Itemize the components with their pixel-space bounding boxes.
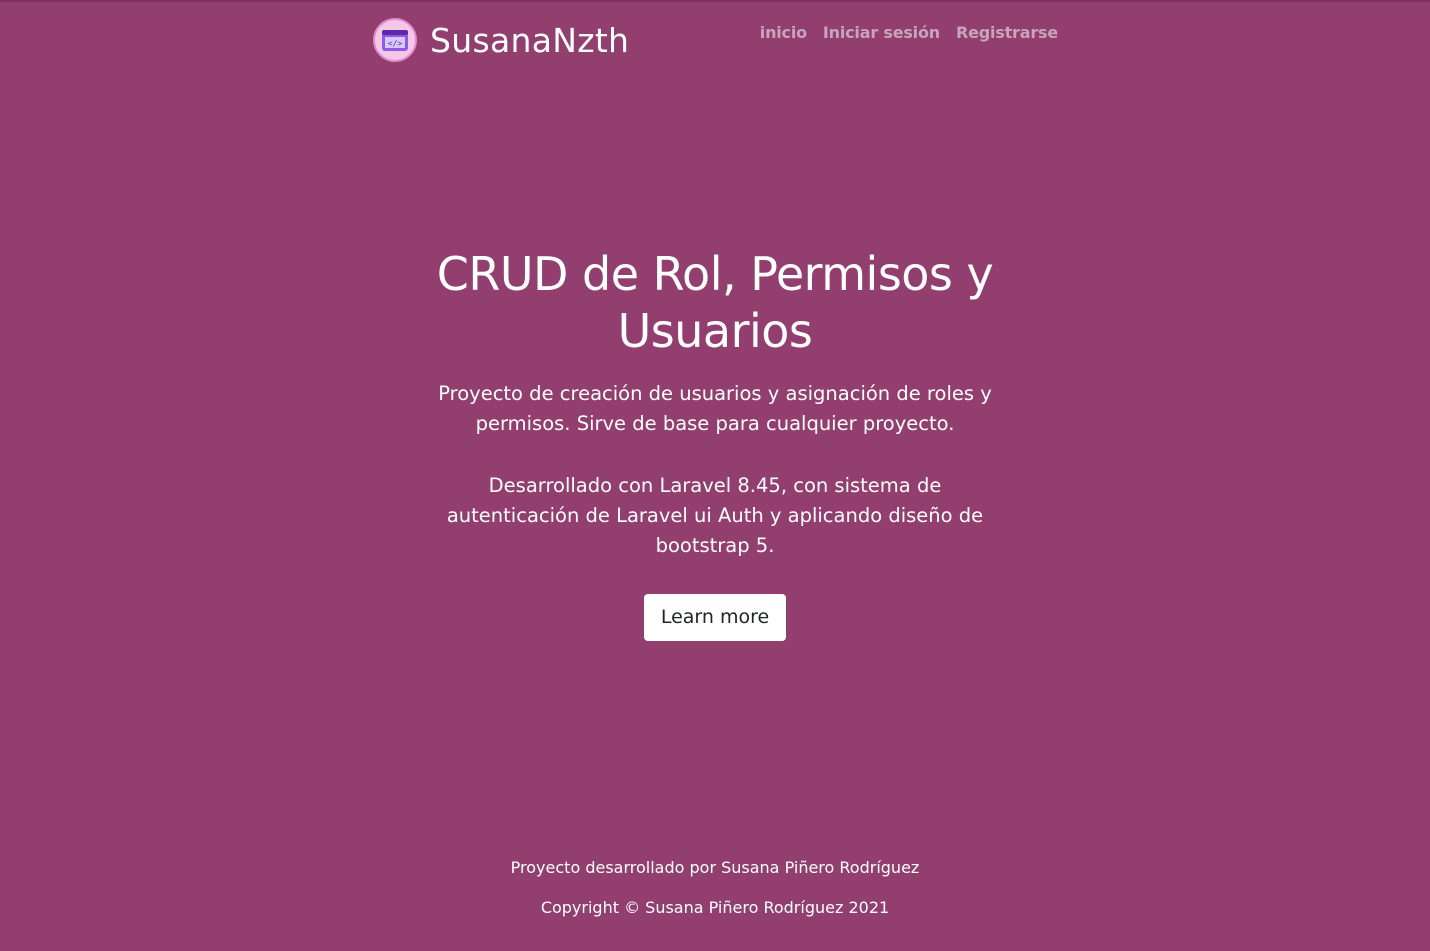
- hero-title: CRUD de Rol, Permisos y Usuarios: [436, 247, 994, 358]
- footer-copyright: Copyright © Susana Piñero Rodríguez 2021: [540, 898, 890, 917]
- svg-text:</>: </>: [388, 39, 403, 48]
- nav-inicio[interactable]: inicio: [760, 23, 807, 42]
- code-window-icon: </>: [373, 18, 417, 62]
- hero-description: Proyecto de creación de usuarios y asign…: [438, 382, 992, 435]
- learn-more-button[interactable]: Learn more: [643, 594, 787, 641]
- hero-details: Desarrollado con Laravel 8.45, con siste…: [446, 474, 984, 557]
- nav-iniciar-sesion[interactable]: Iniciar sesión: [823, 23, 940, 42]
- hero-section: CRUD de Rol, Permisos y Usuarios Proyect…: [415, 246, 1015, 641]
- top-border: [0, 0, 1430, 2]
- site-header: </> SusanaNzth inicio Iniciar sesión Reg…: [372, 14, 1058, 64]
- site-footer: Proyecto desarrollado por Susana Piñero …: [0, 856, 1430, 920]
- main-nav: inicio Iniciar sesión Registrarse: [760, 23, 1058, 42]
- brand-name: SusanaNzth: [430, 20, 630, 60]
- nav-registrarse[interactable]: Registrarse: [956, 23, 1058, 42]
- brand-link[interactable]: </> SusanaNzth: [372, 18, 629, 62]
- footer-credit: Proyecto desarrollado por Susana Piñero …: [510, 858, 920, 877]
